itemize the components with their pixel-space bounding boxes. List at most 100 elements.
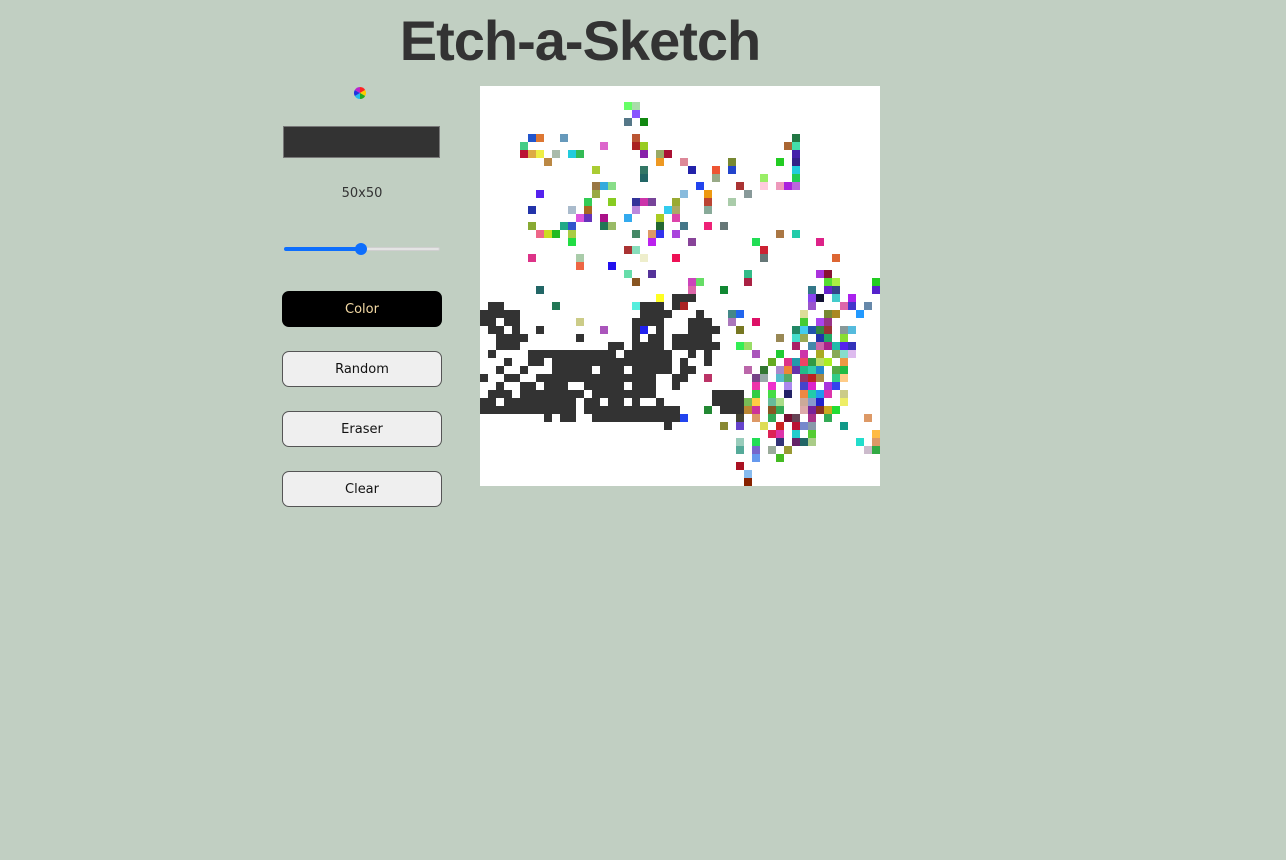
grid-cell-pen	[528, 398, 536, 406]
grid-cell-pen	[488, 350, 496, 358]
grid-cell-random	[736, 310, 744, 318]
grid-cell-pen	[480, 318, 488, 326]
grid-cell-pen	[656, 366, 664, 374]
grid-cell-pen	[512, 342, 520, 350]
grid-cell-random	[784, 358, 792, 366]
grid-cell-pen	[736, 406, 744, 414]
color-picker-swatch[interactable]	[283, 126, 440, 158]
slider-fill	[284, 247, 362, 251]
grid-cell-random	[760, 422, 768, 430]
grid-cell-random	[568, 222, 576, 230]
grid-cell-random	[800, 438, 808, 446]
grid-cell-random	[824, 382, 832, 390]
grid-cell-random	[656, 294, 664, 302]
grid-cell-pen	[496, 334, 504, 342]
grid-cell-pen	[552, 350, 560, 358]
grid-cell-pen	[632, 390, 640, 398]
grid-cell-random	[640, 118, 648, 126]
grid-cell-random	[792, 134, 800, 142]
grid-cell-random	[624, 270, 632, 278]
grid-cell-random	[768, 406, 776, 414]
grid-cell-pen	[480, 398, 488, 406]
grid-cell-pen	[560, 366, 568, 374]
grid-cell-pen	[648, 406, 656, 414]
grid-cell-random	[792, 166, 800, 174]
grid-cell-random	[760, 374, 768, 382]
grid-cell-random	[776, 406, 784, 414]
grid-cell-random	[800, 398, 808, 406]
clear-button[interactable]: Clear	[282, 471, 442, 507]
grid-cell-random	[776, 158, 784, 166]
grid-cell-pen	[528, 358, 536, 366]
grid-cell-pen	[496, 382, 504, 390]
grid-cell-pen	[608, 390, 616, 398]
grid-cell-random	[848, 342, 856, 350]
grid-cell-random	[576, 318, 584, 326]
grid-cell-pen	[560, 382, 568, 390]
grid-cell-pen	[512, 398, 520, 406]
grid-cell-random	[848, 326, 856, 334]
grid-cell-random	[728, 158, 736, 166]
grid-cell-random	[800, 350, 808, 358]
grid-cell-random	[736, 446, 744, 454]
grid-cell-random	[688, 238, 696, 246]
grid-cell-random	[696, 278, 704, 286]
grid-cell-pen	[608, 350, 616, 358]
grid-cell-pen	[584, 358, 592, 366]
grid-cell-random	[528, 206, 536, 214]
grid-cell-pen	[504, 310, 512, 318]
grid-cell-random	[600, 214, 608, 222]
grid-cell-random	[728, 310, 736, 318]
grid-cell-pen	[632, 374, 640, 382]
grid-cell-pen	[632, 350, 640, 358]
grid-cell-random	[640, 254, 648, 262]
grid-cell-random	[784, 142, 792, 150]
grid-cell-random	[624, 102, 632, 110]
grid-cell-random	[624, 214, 632, 222]
sketch-grid[interactable]	[480, 86, 880, 486]
grid-cell-pen	[704, 318, 712, 326]
color-palette-icon[interactable]	[353, 85, 367, 99]
grid-cell-pen	[512, 310, 520, 318]
grid-cell-pen	[488, 406, 496, 414]
grid-cell-pen	[672, 334, 680, 342]
grid-cell-random	[568, 150, 576, 158]
random-mode-button[interactable]: Random	[282, 351, 442, 387]
grid-cell-pen	[608, 406, 616, 414]
grid-cell-random	[592, 182, 600, 190]
grid-cell-random	[600, 142, 608, 150]
grid-cell-random	[832, 406, 840, 414]
grid-size-slider[interactable]	[282, 238, 442, 260]
grid-cell-random	[840, 390, 848, 398]
grid-cell-random	[792, 334, 800, 342]
grid-cell-random	[808, 342, 816, 350]
grid-cell-random	[832, 286, 840, 294]
grid-cell-random	[824, 286, 832, 294]
slider-thumb[interactable]	[355, 243, 368, 255]
grid-cell-random	[664, 206, 672, 214]
grid-cell-random	[744, 342, 752, 350]
grid-cell-pen	[600, 366, 608, 374]
grid-cell-pen	[720, 406, 728, 414]
grid-cell-pen	[600, 358, 608, 366]
grid-cell-random	[808, 382, 816, 390]
grid-cell-random	[840, 422, 848, 430]
grid-cell-random	[784, 446, 792, 454]
grid-cell-pen	[616, 398, 624, 406]
grid-cell-random	[872, 278, 880, 286]
grid-cell-pen	[712, 398, 720, 406]
grid-cell-pen	[608, 374, 616, 382]
grid-cell-pen	[680, 342, 688, 350]
color-mode-button[interactable]: Color	[282, 291, 442, 327]
grid-cell-pen	[496, 366, 504, 374]
grid-cell-pen	[632, 334, 640, 342]
grid-cell-pen	[552, 374, 560, 382]
grid-cell-random	[800, 318, 808, 326]
grid-cell-random	[776, 454, 784, 462]
eraser-button[interactable]: Eraser	[282, 411, 442, 447]
grid-cell-pen	[568, 390, 576, 398]
grid-cell-random	[840, 326, 848, 334]
grid-cell-pen	[656, 310, 664, 318]
grid-cell-pen	[536, 398, 544, 406]
grid-cell-random	[808, 414, 816, 422]
